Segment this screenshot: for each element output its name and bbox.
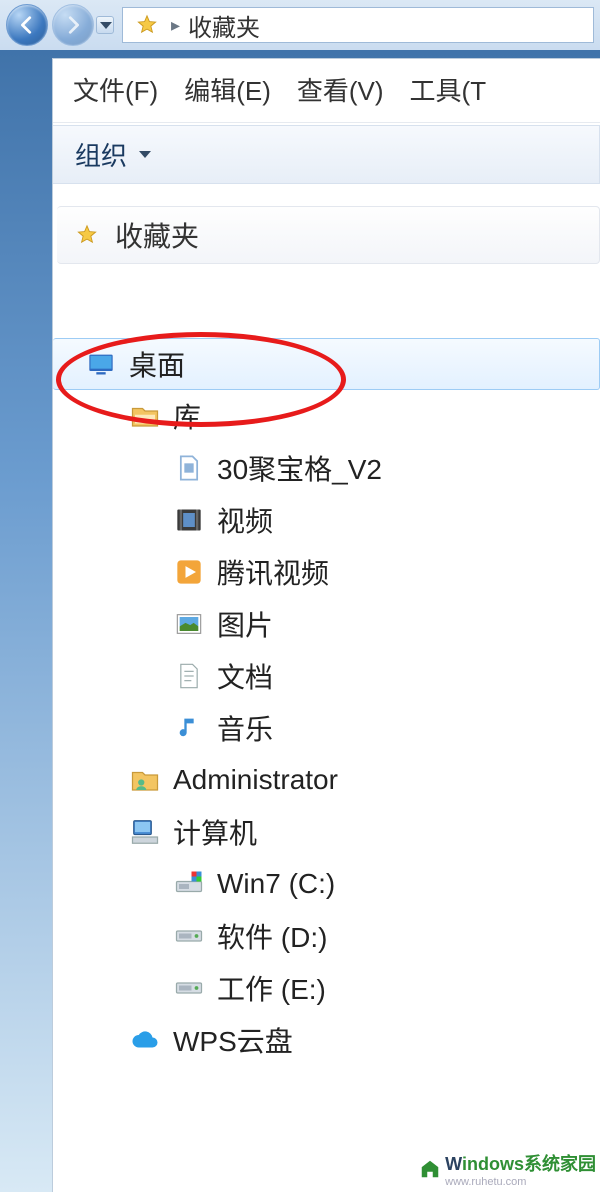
tree-label: 桌面 [129, 344, 185, 384]
chevron-right-icon: ▸ [171, 15, 180, 36]
forward-button[interactable] [52, 4, 94, 46]
tree-item-music[interactable]: 音乐 [53, 702, 600, 754]
libraries-icon [129, 400, 161, 432]
documents-icon [173, 660, 205, 692]
tree-label: 视频 [217, 500, 273, 540]
tree-item-computer[interactable]: 计算机 [53, 806, 600, 858]
music-icon [173, 712, 205, 744]
explorer-window: 文件(F) 编辑(E) 查看(V) 工具(T 组织 收藏夹 桌面 [52, 58, 600, 1192]
tree-label: 工作 (E:) [217, 968, 326, 1008]
back-button[interactable] [6, 4, 48, 46]
tree-label: 音乐 [217, 708, 273, 748]
menu-file[interactable]: 文件(F) [73, 71, 158, 108]
favorites-label: 收藏夹 [115, 215, 199, 255]
chevron-down-icon[interactable] [139, 151, 151, 158]
tree-label: 软件 (D:) [217, 916, 327, 956]
breadcrumb[interactable]: 收藏夹 [188, 8, 260, 43]
tree-label: Win7 (C:) [217, 868, 335, 900]
tree-item-wps-cloud[interactable]: WPS云盘 [53, 1014, 600, 1066]
tree-label: 计算机 [173, 812, 257, 852]
star-icon [71, 219, 103, 251]
tree-item-drive-c[interactable]: Win7 (C:) [53, 858, 600, 910]
tree-label: WPS云盘 [173, 1020, 293, 1060]
watermark-url: www.ruhetu.com [445, 1176, 596, 1188]
tree-item-drive-e[interactable]: 工作 (E:) [53, 962, 600, 1014]
favorites-header[interactable]: 收藏夹 [57, 206, 600, 264]
menu-tools[interactable]: 工具(T [410, 71, 487, 108]
tree-label: 30聚宝格_V2 [217, 448, 382, 488]
address-bar[interactable]: ▸ 收藏夹 [122, 7, 594, 43]
tree-label: 库 [173, 396, 201, 436]
drive-system-icon [173, 868, 205, 900]
tree-item-videos[interactable]: 视频 [53, 494, 600, 546]
cloud-icon [129, 1024, 161, 1056]
watermark: Windows系统家园 www.ruhetu.com [419, 1150, 596, 1188]
menu-bar: 文件(F) 编辑(E) 查看(V) 工具(T [53, 65, 600, 123]
navigation-bar: ▸ 收藏夹 [0, 0, 600, 50]
tree-item-custom[interactable]: 30聚宝格_V2 [53, 442, 600, 494]
tree-item-libraries[interactable]: 库 [53, 390, 600, 442]
tree-label: 腾讯视频 [217, 552, 329, 592]
videos-icon [173, 504, 205, 536]
tree-item-desktop[interactable]: 桌面 [53, 338, 600, 390]
tree-item-administrator[interactable]: Administrator [53, 754, 600, 806]
tree: 桌面 库 30聚宝格_V2 视频 [53, 338, 600, 1066]
drive-icon [173, 972, 205, 1004]
tree-label: 文档 [217, 656, 273, 696]
watermark-text: indows系统家园 [462, 1154, 596, 1174]
tree-label: Administrator [173, 764, 338, 796]
history-dropdown[interactable] [96, 16, 114, 34]
menu-edit[interactable]: 编辑(E) [184, 71, 271, 108]
desktop-icon [85, 348, 117, 380]
drive-icon [173, 920, 205, 952]
star-icon [131, 9, 163, 41]
user-folder-icon [129, 764, 161, 796]
computer-icon [129, 816, 161, 848]
toolbar: 组织 [53, 125, 600, 184]
chevron-down-icon [100, 22, 112, 29]
navigation-pane: 收藏夹 桌面 库 30聚宝格_V2 [53, 184, 600, 1066]
organize-button[interactable]: 组织 [75, 136, 127, 173]
tree-item-tencent-video[interactable]: 腾讯视频 [53, 546, 600, 598]
watermark-text: W [445, 1154, 462, 1174]
tree-item-documents[interactable]: 文档 [53, 650, 600, 702]
document-icon [173, 452, 205, 484]
menu-view[interactable]: 查看(V) [297, 71, 384, 108]
tencent-video-icon [173, 556, 205, 588]
pictures-icon [173, 608, 205, 640]
tree-item-drive-d[interactable]: 软件 (D:) [53, 910, 600, 962]
tree-item-pictures[interactable]: 图片 [53, 598, 600, 650]
tree-label: 图片 [217, 604, 273, 644]
